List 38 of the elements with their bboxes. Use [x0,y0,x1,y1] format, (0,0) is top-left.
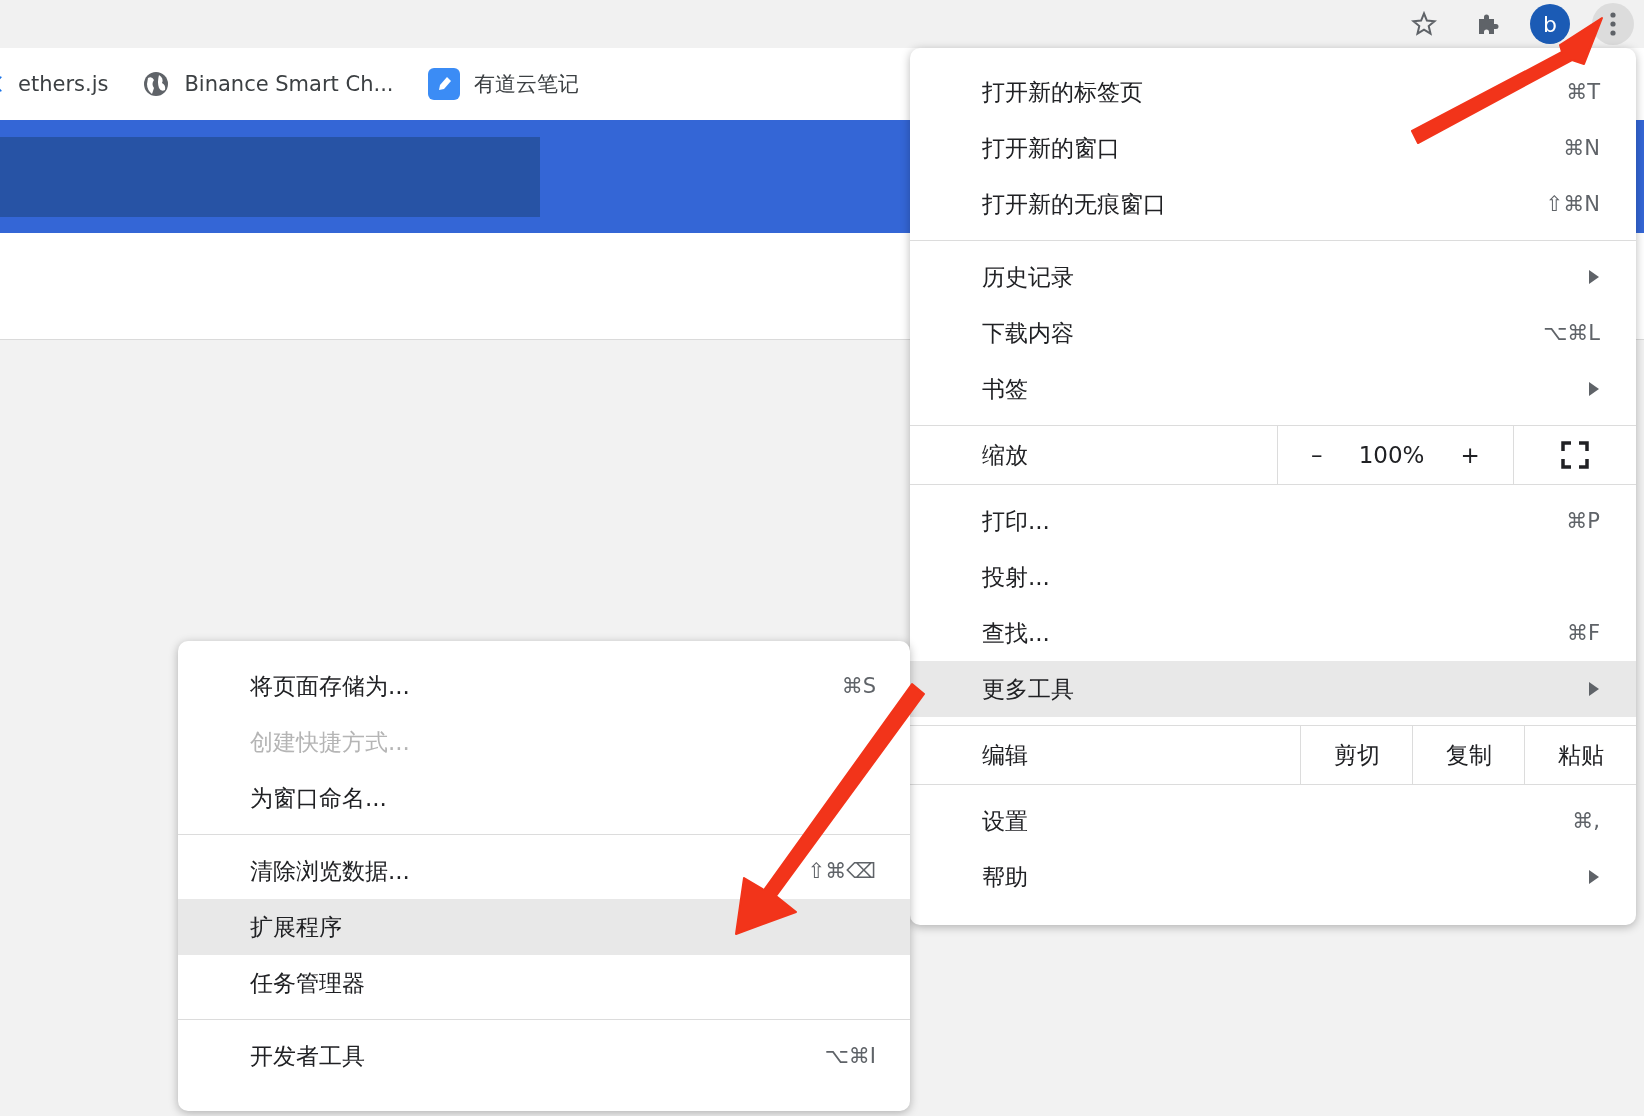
menu-item[interactable]: 书签 [910,361,1636,417]
menu-item[interactable]: 扩展程序 [178,899,910,955]
bookmark-link[interactable]: 有道云笔记 [473,70,579,98]
edit-button[interactable]: 剪切 [1300,726,1412,784]
edit-label: 编辑 [981,740,1029,770]
profile-avatar[interactable]: b [1530,4,1570,44]
menu-item[interactable]: 更多工具 [910,661,1636,717]
menu-item[interactable]: 开发者工具 ⌥⌘I [178,1028,910,1084]
menu-item[interactable]: 为窗口命名... [178,770,910,826]
menu-item[interactable]: 将页面存储为... ⌘S [178,658,910,714]
menu-item[interactable]: 任务管理器 [178,955,910,1011]
submenu-arrow-icon [1588,381,1600,397]
bookmark-link[interactable]: ethers.js [18,72,109,96]
submenu-arrow-icon [1588,681,1600,697]
menu-item[interactable]: 清除浏览数据... ⇧⌘⌫ [178,843,910,899]
zoom-level: 100% [1358,442,1425,468]
edit-button[interactable]: 粘贴 [1524,726,1636,784]
globe-icon [142,70,171,98]
menu-item[interactable]: 查找... ⌘F [910,605,1636,661]
menu-item[interactable]: 帮助 [910,849,1636,905]
edit-button[interactable]: 复制 [1412,726,1524,784]
menu-item[interactable]: 打开新的窗口 ⌘N [910,120,1636,176]
submenu-arrow-icon [1588,269,1600,285]
zoom-out-button[interactable]: – [1301,442,1333,468]
zoom-in-button[interactable]: + [1450,442,1490,468]
fullscreen-icon[interactable] [1561,441,1589,469]
submenu-arrow-icon [1588,869,1600,885]
menu-item[interactable]: 设置 ⌘, [910,793,1636,849]
menu-item[interactable]: 打印... ⌘P [910,493,1636,549]
menu-item[interactable]: 打开新的标签页 ⌘T [910,64,1636,120]
zoom-label: 缩放 [981,440,1029,470]
menu-icon[interactable] [1592,3,1634,45]
menu-item[interactable]: 打开新的无痕窗口 ⇧⌘N [910,176,1636,232]
menu-item[interactable]: 投射... [910,549,1636,605]
menu-item[interactable]: 历史记录 [910,249,1636,305]
note-app-icon [427,68,460,100]
menu-item[interactable]: 下载内容 ⌥⌘L [910,305,1636,361]
bookmark-link[interactable]: Binance Smart Ch... [184,72,394,96]
